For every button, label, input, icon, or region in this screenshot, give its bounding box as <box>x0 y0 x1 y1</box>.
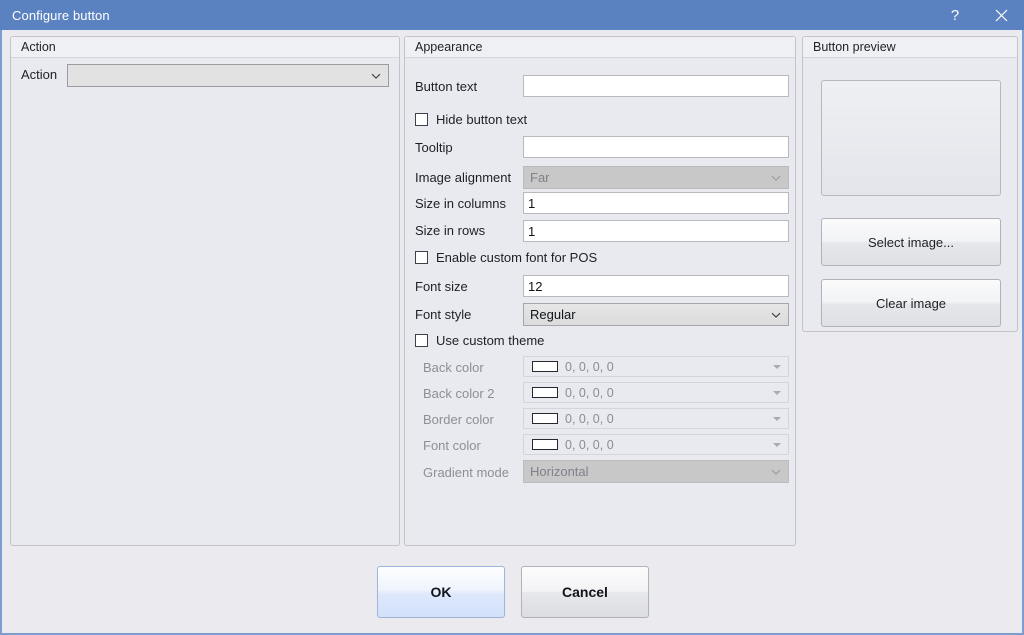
action-group-title: Action <box>11 37 399 58</box>
checkbox-icon <box>415 334 428 347</box>
button-preview-panel: Button preview Select image... Clear ima… <box>802 36 1018 332</box>
checkbox-icon <box>415 113 428 126</box>
color-swatch-icon <box>532 387 558 398</box>
font-color-value: 0, 0, 0, 0 <box>565 438 614 452</box>
font-style-select[interactable]: Regular <box>523 303 789 326</box>
button-preview-body: Select image... Clear image <box>803 58 1017 330</box>
image-alignment-select: Far <box>523 166 789 189</box>
enable-custom-font-checkbox[interactable]: Enable custom font for POS <box>415 250 597 265</box>
clear-image-button[interactable]: Clear image <box>821 279 1001 327</box>
button-text-label: Button text <box>415 79 477 94</box>
cancel-button[interactable]: Cancel <box>521 566 649 618</box>
color-swatch-icon <box>532 361 558 372</box>
border-color-picker: 0, 0, 0, 0 <box>523 408 789 429</box>
appearance-group-title: Appearance <box>405 37 795 58</box>
use-custom-theme-label: Use custom theme <box>436 333 544 348</box>
hide-button-text-label: Hide button text <box>436 112 527 127</box>
question-mark-icon: ? <box>951 8 959 23</box>
font-color-row: Font color <box>423 438 481 453</box>
back-color-label: Back color <box>423 360 484 375</box>
chevron-down-icon <box>771 173 781 183</box>
chevron-down-icon <box>771 467 781 477</box>
select-image-button[interactable]: Select image... <box>821 218 1001 266</box>
font-color-picker: 0, 0, 0, 0 <box>523 434 789 455</box>
font-style-row: Font style <box>415 307 471 322</box>
size-in-rows-label: Size in rows <box>415 223 485 238</box>
gradient-mode-select: Horizontal <box>523 460 789 483</box>
title-bar: Configure button ? <box>0 0 1024 30</box>
clear-image-label: Clear image <box>876 296 946 311</box>
select-image-label: Select image... <box>868 235 954 250</box>
font-size-value: 12 <box>528 279 542 294</box>
button-preview-area <box>821 80 1001 196</box>
ok-button-label: OK <box>431 584 452 600</box>
configure-button-dialog: Configure button ? Action Action <box>0 0 1024 635</box>
dropdown-arrow-icon <box>773 417 781 421</box>
back-color-2-row: Back color 2 <box>423 386 495 401</box>
hide-button-text-checkbox[interactable]: Hide button text <box>415 112 527 127</box>
font-size-input[interactable]: 12 <box>523 275 789 297</box>
border-color-label: Border color <box>423 412 494 427</box>
dropdown-arrow-icon <box>773 443 781 447</box>
border-color-row: Border color <box>423 412 494 427</box>
action-group-panel: Action Action <box>10 36 400 546</box>
size-in-rows-row: Size in rows <box>415 223 485 238</box>
action-select[interactable] <box>67 64 389 87</box>
font-style-label: Font style <box>415 307 471 322</box>
font-color-label: Font color <box>423 438 481 453</box>
back-color-2-label: Back color 2 <box>423 386 495 401</box>
chevron-down-icon <box>771 310 781 320</box>
font-size-label: Font size <box>415 279 468 294</box>
color-swatch-icon <box>532 413 558 424</box>
back-color-picker: 0, 0, 0, 0 <box>523 356 789 377</box>
font-size-row: Font size <box>415 279 468 294</box>
color-swatch-icon <box>532 439 558 450</box>
enable-custom-font-label: Enable custom font for POS <box>436 250 597 265</box>
back-color-value: 0, 0, 0, 0 <box>565 360 614 374</box>
size-in-rows-value: 1 <box>528 224 535 239</box>
tooltip-label: Tooltip <box>415 140 453 155</box>
action-group-body: Action <box>11 58 399 544</box>
appearance-group-body: Button text Hide button text Tooltip Ima… <box>405 58 795 544</box>
gradient-mode-row: Gradient mode <box>423 465 509 480</box>
chevron-down-icon <box>371 71 381 81</box>
image-alignment-label: Image alignment <box>415 170 511 185</box>
close-icon <box>995 9 1008 22</box>
window-title: Configure button <box>12 8 110 23</box>
size-in-columns-input[interactable]: 1 <box>523 192 789 214</box>
tooltip-input[interactable] <box>523 136 789 158</box>
size-in-columns-label: Size in columns <box>415 196 506 211</box>
use-custom-theme-checkbox[interactable]: Use custom theme <box>415 333 544 348</box>
back-color-2-value: 0, 0, 0, 0 <box>565 386 614 400</box>
appearance-group-panel: Appearance Button text Hide button text … <box>404 36 796 546</box>
dropdown-arrow-icon <box>773 365 781 369</box>
button-text-row: Button text <box>415 79 477 94</box>
tooltip-row: Tooltip <box>415 140 453 155</box>
gradient-mode-label: Gradient mode <box>423 465 509 480</box>
button-preview-title: Button preview <box>803 37 1017 58</box>
font-style-value: Regular <box>530 307 576 322</box>
help-button[interactable]: ? <box>932 0 978 30</box>
image-alignment-row: Image alignment <box>415 170 511 185</box>
image-alignment-value: Far <box>530 170 550 185</box>
gradient-mode-value: Horizontal <box>530 464 589 479</box>
close-button[interactable] <box>978 0 1024 30</box>
size-in-columns-row: Size in columns <box>415 196 506 211</box>
border-color-value: 0, 0, 0, 0 <box>565 412 614 426</box>
action-label: Action <box>21 67 67 82</box>
button-text-input[interactable] <box>523 75 789 97</box>
size-in-rows-input[interactable]: 1 <box>523 220 789 242</box>
checkbox-icon <box>415 251 428 264</box>
cancel-button-label: Cancel <box>562 584 608 600</box>
back-color-2-picker: 0, 0, 0, 0 <box>523 382 789 403</box>
back-color-row: Back color <box>423 360 484 375</box>
action-row: Action <box>21 67 67 82</box>
dropdown-arrow-icon <box>773 391 781 395</box>
size-in-columns-value: 1 <box>528 196 535 211</box>
ok-button[interactable]: OK <box>377 566 505 618</box>
